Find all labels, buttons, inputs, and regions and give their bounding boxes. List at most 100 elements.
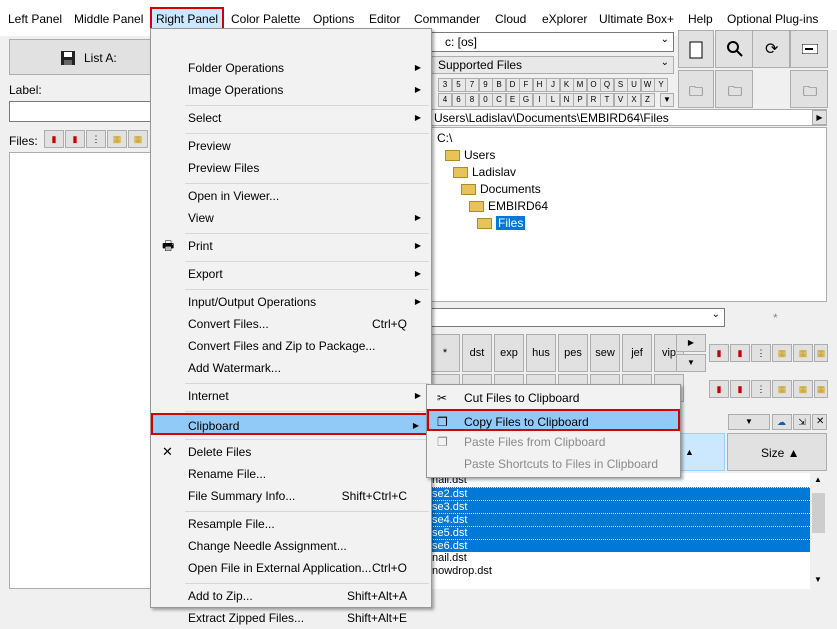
ext-filter-all[interactable]: * (430, 334, 460, 372)
letter-filter-7[interactable]: 7 (465, 78, 479, 92)
menu-middle-panel[interactable]: Middle Panel (70, 9, 147, 29)
menu-item-view[interactable]: View ▶ (153, 207, 429, 229)
menu-item-input-output-operations[interactable]: Input/Output Operations ▶ (153, 291, 429, 313)
letter-filter-L[interactable]: L (546, 93, 560, 107)
menu-item-image-operations[interactable]: Image Operations ▶ (153, 79, 429, 101)
menu-item-convert-files[interactable]: Convert Files... Ctrl+Q (153, 313, 429, 335)
r-view-thumbs-button[interactable]: ▦ (814, 344, 828, 362)
r-view-tree-button[interactable]: ⋮ (751, 344, 771, 362)
refresh-button[interactable]: ⟳ (752, 30, 790, 68)
letter-filter-V[interactable]: V (613, 93, 628, 107)
menu-item-preview[interactable]: Preview (153, 135, 429, 157)
file-list-item[interactable]: nail.dst (430, 552, 810, 565)
letter-filter-X[interactable]: X (627, 93, 641, 107)
menu-item-extract-zipped-files[interactable]: Extract Zipped Files... Shift+Alt+E (153, 607, 429, 629)
letter-filter-B[interactable]: B (492, 78, 506, 92)
letter-filter-Z[interactable]: Z (640, 93, 655, 107)
r2-view-tree-button[interactable]: ⋮ (751, 380, 771, 398)
menu-item-print[interactable]: 🖶 Print ▶ (153, 235, 429, 257)
cloud-button[interactable]: ☁ (772, 414, 792, 430)
letter-filter-R[interactable]: R (586, 93, 601, 107)
more-down-button[interactable]: ▼ (676, 354, 706, 372)
view-grid-button[interactable]: ▦ (107, 130, 127, 148)
menu-color-palette[interactable]: Color Palette (227, 9, 304, 29)
letter-filter-E[interactable]: E (505, 93, 520, 107)
menu-item-add-to-zip[interactable]: Add to Zip... Shift+Alt+A (153, 585, 429, 607)
left-file-list[interactable] (9, 152, 154, 589)
parent-folder-button[interactable]: 🗀 (790, 70, 828, 108)
file-list-item[interactable]: nowdrop.dst (430, 565, 810, 578)
menu-item-preview-files[interactable]: Preview Files (153, 157, 429, 179)
vertical-scrollbar[interactable]: ▲ ▼ (810, 473, 827, 589)
tree-node[interactable]: C:\ (437, 130, 452, 147)
file-info-button[interactable] (678, 30, 714, 68)
drive-combo[interactable]: c: [os] ⌄ (430, 32, 674, 52)
close-panel-button[interactable]: ✕ (812, 414, 827, 430)
sort-down-button[interactable]: ▼ (728, 414, 770, 430)
submenu-item-cut-files-to-clipboard[interactable]: ✂ Cut Files to Clipboard (429, 387, 678, 409)
letter-filter-0[interactable]: 0 (478, 93, 493, 107)
ext-filter-pes[interactable]: pes (558, 334, 588, 372)
letter-filter-Q[interactable]: Q (600, 78, 614, 92)
r2-view-list-button[interactable]: ▮ (730, 380, 750, 398)
menu-commander[interactable]: Commander (410, 9, 484, 29)
filter-combo[interactable]: Supported Files ⌄ (430, 56, 674, 74)
size-column-header[interactable]: Size ▲ (727, 433, 827, 471)
letter-filter-Y[interactable]: Y (654, 78, 668, 92)
menu-cloud[interactable]: Cloud (491, 9, 530, 29)
menu-item-select[interactable]: Select ▶ (153, 107, 429, 129)
file-list-item[interactable]: se4.dst (430, 513, 810, 526)
ext-filter-dst[interactable]: dst (462, 334, 492, 372)
tree-node[interactable]: Documents (461, 181, 541, 198)
ext-filter-exp[interactable]: exp (494, 334, 524, 372)
menu-left-panel[interactable]: Left Panel (4, 9, 66, 29)
menu-item-change-needle-assignment[interactable]: Change Needle Assignment... (153, 535, 429, 557)
tree-node[interactable]: EMBIRD64 (469, 198, 548, 215)
menu-item-file-summary-info[interactable]: File Summary Info... Shift+Ctrl+C (153, 485, 429, 507)
menu-ultimate-box[interactable]: Ultimate Box+ (595, 9, 678, 29)
letter-filter-I[interactable]: I (532, 93, 547, 107)
folder-tree[interactable]: C:\ Users Ladislav Documents EMBIRD64 Files (430, 127, 827, 302)
letter-filter-T[interactable]: T (600, 93, 614, 107)
new-folder-button[interactable]: 🗀 (678, 70, 714, 108)
letter-filter-3[interactable]: 3 (438, 78, 452, 92)
view-thumbs-button[interactable]: ▦ (128, 130, 148, 148)
more-right-button[interactable]: ▶ (676, 334, 706, 352)
file-list-item[interactable]: se3.dst (430, 500, 810, 513)
scroll-thumb[interactable] (812, 493, 825, 533)
letter-filter-F[interactable]: F (519, 78, 533, 92)
file-list-item[interactable]: se6.dst (430, 539, 810, 552)
submenu-item-copy-files-to-clipboard[interactable]: ❐ Copy Files to Clipboard (427, 409, 680, 431)
menu-item-open-in-viewer[interactable]: Open in Viewer... (153, 185, 429, 207)
submenu-item-paste-shortcuts-to-files-in-clipboard[interactable]: Paste Shortcuts to Files in Clipboard (429, 453, 678, 475)
menu-help[interactable]: Help (684, 9, 717, 29)
ext-filter-hus[interactable]: hus (526, 334, 556, 372)
letter-filter-M[interactable]: M (573, 78, 587, 92)
goto-button[interactable]: ⇲ (793, 414, 811, 430)
letters-dropdown-button[interactable]: ▼ (660, 93, 674, 107)
submenu-item-paste-files-from-clipboard[interactable]: ❐ Paste Files from Clipboard (429, 431, 678, 453)
tree-node[interactable]: Ladislav (453, 164, 516, 181)
ext-filter-jef[interactable]: jef (622, 334, 652, 372)
view-small-icons-button[interactable]: ▮ (44, 130, 64, 148)
r2-view-big-grid-button[interactable]: ▦ (793, 380, 813, 398)
list-a-button[interactable]: List A: (9, 39, 154, 75)
menu-item-internet[interactable]: Internet ▶ (153, 385, 429, 407)
view-tree-button[interactable]: ⋮ (86, 130, 106, 148)
menu-item-resample-file[interactable]: Resample File... (153, 513, 429, 535)
menu-item-clipboard[interactable]: Clipboard ▶ (151, 413, 429, 435)
letter-filter-J[interactable]: J (546, 78, 560, 92)
letter-filter-6[interactable]: 6 (451, 93, 466, 107)
r-view-big-grid-button[interactable]: ▦ (793, 344, 813, 362)
r-view-small-button[interactable]: ▮ (709, 344, 729, 362)
folder-button[interactable]: 🗀 (715, 70, 753, 108)
zoom-button[interactable] (715, 30, 753, 68)
menu-item-export[interactable]: Export ▶ (153, 263, 429, 285)
letter-filter-S[interactable]: S (613, 78, 628, 92)
letter-filter-C[interactable]: C (492, 93, 506, 107)
tree-node[interactable]: Files (477, 215, 526, 232)
letter-filter-D[interactable]: D (505, 78, 520, 92)
letter-filter-U[interactable]: U (627, 78, 641, 92)
letter-filter-5[interactable]: 5 (451, 78, 466, 92)
r-view-grid-button[interactable]: ▦ (772, 344, 792, 362)
